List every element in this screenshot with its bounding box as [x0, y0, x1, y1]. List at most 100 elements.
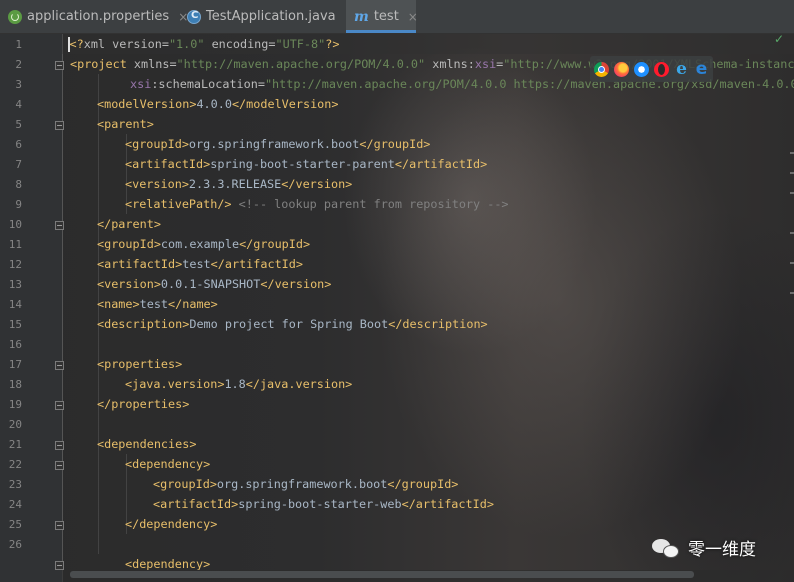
- group-id-close: </groupId>: [239, 237, 311, 251]
- properties-close: </properties>: [97, 397, 190, 411]
- project-tag: <project: [70, 57, 127, 71]
- artifact-id-open: <artifactId>: [153, 497, 239, 511]
- dependency-close: </dependency>: [125, 517, 218, 531]
- artifact-id-text: test: [182, 257, 211, 271]
- code-line-9: <relativePath/> <!-- lookup parent from …: [125, 194, 509, 214]
- code-line-12: <artifactId>test</artifactId>: [97, 254, 303, 274]
- wechat-icon: [652, 537, 682, 559]
- error-stripe-marker[interactable]: [790, 172, 794, 174]
- edge-icon[interactable]: e: [694, 60, 709, 77]
- close-icon[interactable]: ×: [408, 10, 418, 24]
- xml-encoding-attr: encoding=: [204, 37, 276, 51]
- line-number: 24: [8, 498, 22, 511]
- artifact-id-text: spring-boot-starter-parent: [210, 157, 395, 171]
- artifact-id-close: </artifactId>: [394, 157, 488, 171]
- firefox-icon[interactable]: [614, 61, 629, 77]
- check-icon[interactable]: ✓: [774, 32, 784, 46]
- line-number: 15: [8, 318, 22, 331]
- safari-icon[interactable]: [634, 61, 649, 77]
- error-stripe-marker[interactable]: [790, 232, 794, 234]
- xmlns-attr: xmlns=: [126, 57, 177, 71]
- line-number: 3: [15, 78, 22, 91]
- dependency-open: <dependency>: [125, 557, 211, 570]
- tab-test-pom[interactable]: m test ×: [346, 0, 418, 33]
- horizontal-scrollbar-thumb[interactable]: [70, 571, 694, 578]
- dependency-open: <dependency>: [125, 457, 211, 471]
- line-number: 8: [15, 178, 22, 191]
- group-id-open: <groupId>: [97, 237, 161, 251]
- code-line-19: </properties>: [97, 394, 189, 414]
- xml-decl-open: <?: [69, 37, 84, 51]
- line-number: 20: [8, 418, 22, 431]
- version-open: <version>: [125, 177, 189, 191]
- schema-location-value: "http://maven.apache.org/POM/4.0.0 https…: [264, 77, 794, 91]
- code-line-13: <version>0.0.1-SNAPSHOT</version>: [97, 274, 331, 294]
- line-number-gutter[interactable]: 1 2 3 4 5 6 7 8 9 10 11 12 13 14 15 16 1…: [0, 34, 64, 582]
- line-number: 13: [8, 278, 22, 291]
- artifact-id-text: spring-boot-starter-web: [238, 497, 402, 511]
- xsi-namespace: xsi: [474, 57, 497, 71]
- error-stripe-marker[interactable]: [790, 152, 794, 154]
- schema-location-attr: :schemaLocation=: [151, 77, 265, 91]
- artifact-id-close: </artifactId>: [401, 497, 494, 511]
- xmlns-value: "http://maven.apache.org/POM/4.0.0": [176, 57, 426, 71]
- version-close: </version>: [281, 177, 353, 191]
- group-id-text: org.springframework.boot: [188, 137, 360, 151]
- code-line-7: <artifactId>spring-boot-starter-parent</…: [125, 154, 487, 174]
- xsi-namespace: xsi: [130, 77, 152, 91]
- watermark-text: 零一维度: [688, 540, 756, 560]
- opera-icon[interactable]: [654, 61, 669, 77]
- dependencies-open: <dependencies>: [97, 437, 197, 451]
- java-version-close: </java.version>: [245, 377, 353, 391]
- java-version-text: 1.8: [224, 377, 246, 391]
- code-line-21: <dependencies>: [97, 434, 196, 454]
- properties-open: <properties>: [97, 357, 183, 371]
- code-line-14: <name>test</name>: [97, 294, 218, 314]
- watermark: 零一维度: [652, 535, 756, 560]
- error-stripe-marker[interactable]: [790, 262, 794, 264]
- code-line-6: <groupId>org.springframework.boot</group…: [125, 134, 430, 154]
- line-number: 21: [8, 438, 22, 451]
- code-editor[interactable]: <?xml version="1.0" encoding="UTF-8"?> <…: [62, 34, 794, 570]
- artifact-id-open: <artifactId>: [97, 257, 183, 271]
- group-id-text: com.example: [160, 237, 240, 251]
- line-number: 25: [8, 518, 22, 531]
- code-line-8: <version>2.3.3.RELEASE</version>: [125, 174, 352, 194]
- line-number: 4: [15, 98, 22, 111]
- line-number: 9: [15, 198, 22, 211]
- xml-encoding-value: "UTF-8": [275, 37, 326, 51]
- line-number: 5: [15, 118, 22, 131]
- line-number: 7: [15, 158, 22, 171]
- artifact-id-close: </artifactId>: [210, 257, 303, 271]
- code-line-17: <properties>: [97, 354, 182, 374]
- tab-testapplication-java[interactable]: TestApplication.java ×: [187, 0, 355, 33]
- tab-application-properties[interactable]: application.properties ×: [8, 0, 188, 33]
- model-version-text: 4.0.0: [196, 97, 232, 111]
- code-line-23: <groupId>org.springframework.boot</group…: [153, 474, 458, 494]
- name-open: <name>: [97, 297, 140, 311]
- version-text: 2.3.3.RELEASE: [188, 177, 282, 191]
- line-number: 26: [8, 538, 22, 551]
- code-line-15: <description>Demo project for Spring Boo…: [97, 314, 488, 334]
- description-close: </description>: [388, 317, 488, 331]
- error-stripe-marker[interactable]: [790, 292, 794, 294]
- line-number: 1: [15, 38, 22, 51]
- line-number: 11: [8, 238, 22, 251]
- line-number: 19: [8, 398, 22, 411]
- model-version-close: </modelVersion>: [231, 97, 339, 111]
- error-stripe-marker[interactable]: [790, 192, 794, 194]
- model-version-open: <modelVersion>: [97, 97, 197, 111]
- description-open: <description>: [97, 317, 190, 331]
- chrome-icon[interactable]: [594, 61, 609, 77]
- xml-decl-attr: xml version=: [83, 37, 169, 51]
- line-number: 23: [8, 478, 22, 491]
- code-line-27: <dependency>: [125, 554, 210, 570]
- tab-label: TestApplication.java: [206, 9, 336, 24]
- java-class-icon: [187, 9, 201, 24]
- code-line-25: </dependency>: [125, 514, 217, 534]
- ide-window: application.properties × TestApplication…: [0, 0, 794, 582]
- tab-label: test: [373, 9, 399, 24]
- ie-icon[interactable]: e: [674, 60, 689, 77]
- group-id-close: </groupId>: [387, 477, 459, 491]
- line-number: 10: [8, 218, 22, 231]
